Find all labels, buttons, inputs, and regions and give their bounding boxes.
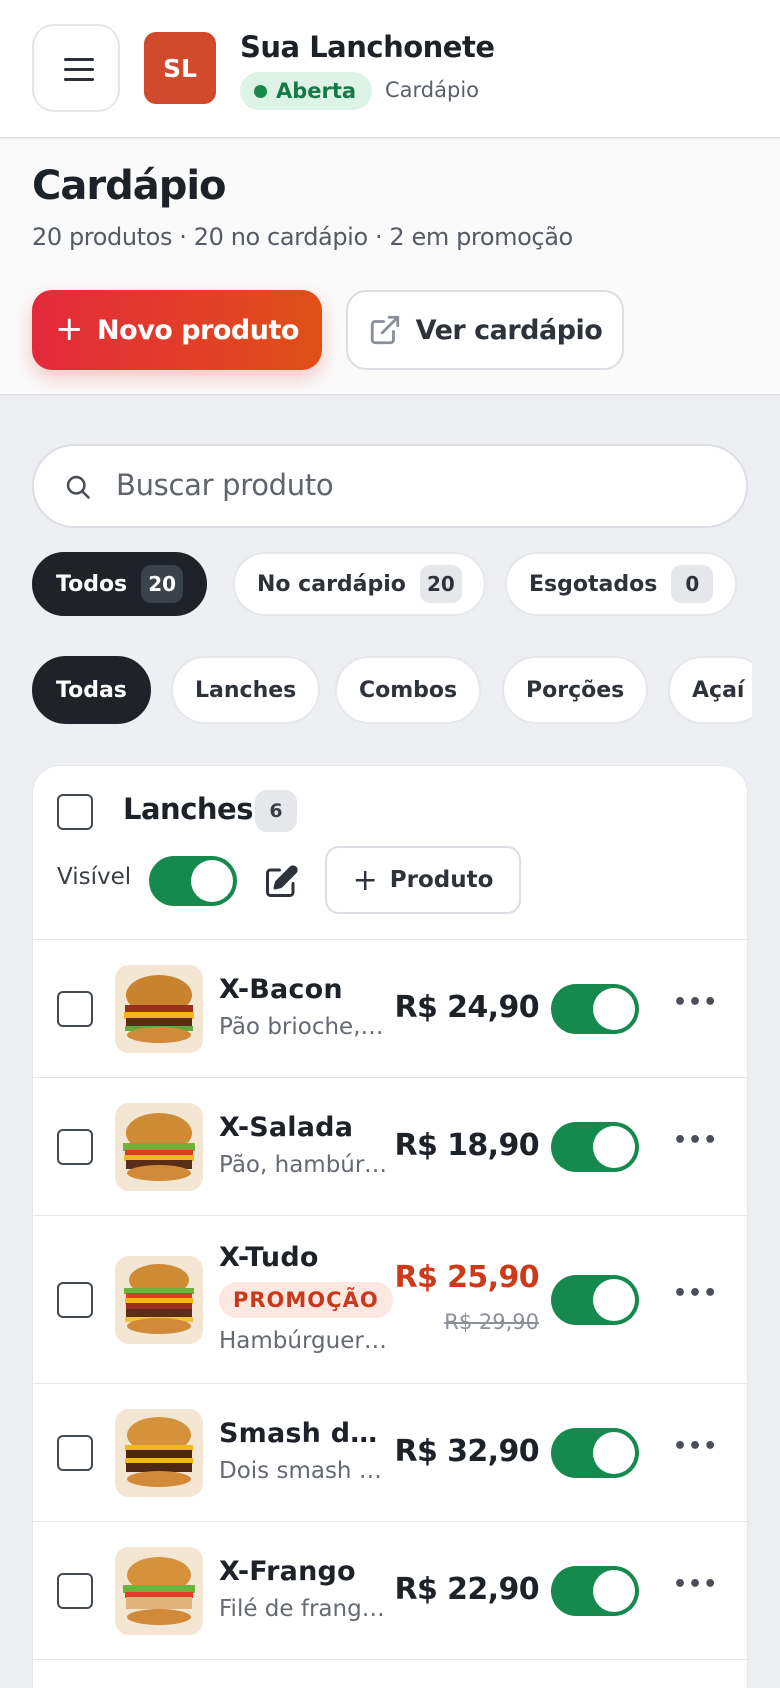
product-row[interactable]: Smash duplo Dois smash de carne R$ 32,90… (33, 1384, 747, 1522)
product-select-checkbox[interactable] (57, 1573, 93, 1609)
top-bar: SL Sua Lanchonete Aberta Cardápio (0, 0, 780, 138)
category-todas[interactable]: Todas (32, 656, 151, 724)
product-image (115, 1409, 203, 1497)
product-available-toggle[interactable] (551, 1275, 639, 1325)
product-old-price: R$ 29,90 (444, 1310, 539, 1334)
product-name: X-Frango (219, 1556, 356, 1587)
visible-label: Visível (57, 864, 132, 890)
product-image (115, 1256, 203, 1344)
search-icon (66, 475, 90, 499)
more-options-icon[interactable]: ••• (673, 1281, 718, 1306)
product-name: X-Tudo (219, 1242, 319, 1273)
product-image (115, 965, 203, 1053)
product-select-checkbox[interactable] (57, 1435, 93, 1471)
product-row[interactable]: X-Bacon Pão brioche, hambúrguer, bacon e… (33, 940, 747, 1078)
page-header: Cardápio 20 produtos · 20 no cardápio · … (0, 139, 780, 395)
add-product-button[interactable]: + Produto (325, 846, 521, 914)
store-status-label: Aberta (276, 79, 357, 103)
product-available-toggle[interactable] (551, 1428, 639, 1478)
product-row[interactable]: X-Tudo PROMOÇÃO Hambúrguer com tudo R$ 2… (33, 1216, 747, 1384)
menu-icon (64, 68, 94, 71)
filter-esgotados[interactable]: Esgotados 0 (505, 552, 738, 616)
page-stats: 20 produtos · 20 no cardápio · 2 em prom… (32, 223, 573, 251)
promo-badge: PROMOÇÃO (219, 1282, 393, 1318)
group-title: Lanches (123, 792, 253, 826)
product-description: Filé de frango grelhado (219, 1596, 387, 1622)
breadcrumb-section: Cardápio (385, 78, 480, 102)
store-status-badge: Aberta (240, 72, 373, 110)
category-filter-row[interactable]: Todas Lanches Combos Porções Açaí (0, 654, 752, 734)
product-row[interactable]: X-Frango Filé de frango grelhado R$ 22,9… (33, 1522, 747, 1660)
product-select-checkbox[interactable] (57, 1129, 93, 1165)
product-name: Smash duplo (219, 1418, 379, 1449)
filter-label: No cardápio (257, 571, 406, 597)
product-price: R$ 22,90 (394, 1572, 539, 1607)
product-description: Dois smash de carne (219, 1458, 387, 1484)
category-combos[interactable]: Combos (335, 656, 482, 724)
new-product-button[interactable]: + Novo produto (32, 290, 322, 370)
external-link-icon (370, 315, 399, 345)
product-price: R$ 18,90 (394, 1128, 539, 1163)
filter-todos[interactable]: Todos 20 (32, 552, 208, 616)
new-product-label: Novo produto (97, 314, 299, 346)
menu-button[interactable] (32, 24, 120, 112)
product-image (115, 1103, 203, 1191)
product-description: Hambúrguer com tudo (219, 1328, 387, 1354)
search-placeholder: Buscar produto (116, 468, 334, 502)
page-title: Cardápio (32, 163, 227, 209)
product-select-checkbox[interactable] (57, 1282, 93, 1318)
product-description: Pão, hambúrguer, alface e tomate (219, 1152, 387, 1178)
group-count-badge: 6 (255, 790, 297, 832)
store-avatar: SL (144, 32, 216, 104)
category-lanches[interactable]: Lanches (171, 656, 321, 724)
category-acai[interactable]: Açaí (668, 656, 752, 724)
plus-icon: + (352, 862, 378, 898)
search-input[interactable]: Buscar produto (32, 444, 748, 528)
product-available-toggle[interactable] (551, 1566, 639, 1616)
group-visible-toggle[interactable] (149, 856, 237, 906)
filter-no-cardapio[interactable]: No cardápio 20 (233, 552, 486, 616)
store-name: Sua Lanchonete (240, 30, 495, 64)
edit-icon[interactable] (263, 864, 299, 900)
menu-icon (64, 58, 94, 61)
view-menu-label: Ver cardápio (415, 314, 603, 346)
product-description: Pão brioche, hambúrguer, bacon e queijo (219, 1014, 387, 1040)
product-price: R$ 32,90 (394, 1434, 539, 1469)
more-options-icon[interactable]: ••• (673, 1128, 718, 1153)
filter-label: Esgotados (529, 571, 658, 597)
more-options-icon[interactable]: ••• (673, 1572, 718, 1597)
filter-count: 20 (141, 565, 184, 603)
group-select-checkbox[interactable] (57, 794, 93, 830)
product-name: X-Bacon (219, 974, 343, 1005)
product-row[interactable]: X-Salada Pão, hambúrguer, alface e tomat… (33, 1078, 747, 1216)
product-promo-price: R$ 25,90 (394, 1260, 539, 1295)
plus-icon: + (55, 308, 84, 349)
group-header: Lanches 6 Visível + Produto (33, 766, 747, 940)
status-dot-icon (254, 84, 267, 98)
product-select-checkbox[interactable] (57, 991, 93, 1027)
product-name: X-Salada (219, 1112, 354, 1143)
menu-icon (64, 78, 94, 81)
more-options-icon[interactable]: ••• (673, 1434, 718, 1459)
filter-label: Todos (56, 571, 128, 597)
add-product-label: Produto (389, 867, 494, 893)
product-group-card: Lanches 6 Visível + Produto X-Bacon Pão … (32, 765, 748, 1688)
view-menu-button[interactable]: Ver cardápio (346, 290, 624, 370)
product-available-toggle[interactable] (551, 984, 639, 1034)
more-options-icon[interactable]: ••• (673, 990, 718, 1015)
product-price: R$ 24,90 (394, 990, 539, 1025)
product-available-toggle[interactable] (551, 1122, 639, 1172)
filter-count: 20 (419, 565, 462, 603)
product-image (115, 1547, 203, 1635)
category-porcoes[interactable]: Porções (502, 656, 649, 724)
filter-count: 0 (671, 565, 714, 603)
